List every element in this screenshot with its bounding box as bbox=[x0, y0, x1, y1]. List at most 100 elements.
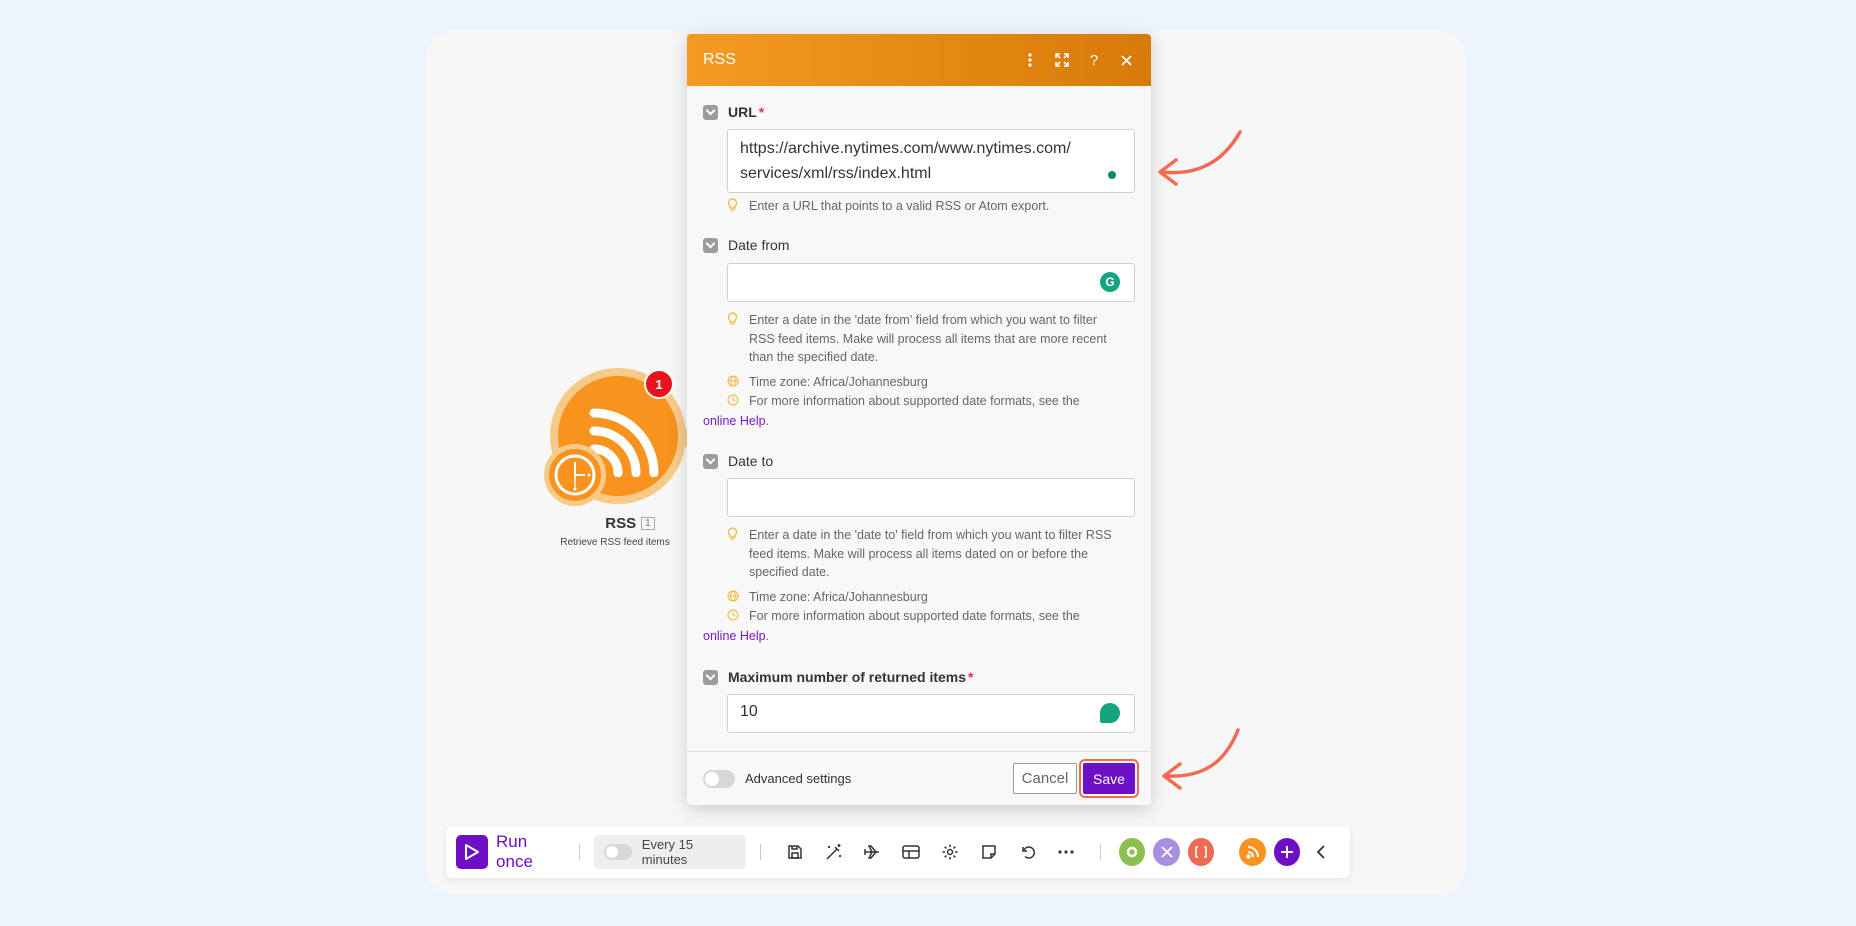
date-to-help-line: online Help. bbox=[703, 627, 1135, 646]
date-to-info-text: For more information about supported dat… bbox=[749, 609, 1080, 623]
url-value-line2: services/xml/rss/index.html bbox=[740, 165, 932, 182]
date-to-field: Date to Enter a date in the 'date to' fi… bbox=[703, 451, 1135, 645]
date-from-collapse-checkbox[interactable] bbox=[703, 237, 718, 253]
cancel-button[interactable]: Cancel bbox=[1013, 763, 1077, 794]
advanced-settings-label: Advanced settings bbox=[745, 771, 852, 786]
module-title: RSS 1 bbox=[580, 515, 680, 532]
layout-icon[interactable] bbox=[901, 841, 922, 863]
toolbar-divider bbox=[1099, 844, 1101, 860]
rss-app-icon[interactable] bbox=[1239, 838, 1266, 866]
url-input[interactable]: https://archive.nytimes.com/www.nytimes.… bbox=[727, 129, 1135, 193]
run-once-label: Run once bbox=[496, 832, 533, 871]
date-from-hint-line3: than the specified date. bbox=[749, 350, 879, 364]
date-to-input[interactable] bbox=[727, 478, 1135, 517]
close-icon[interactable] bbox=[1117, 51, 1135, 69]
help-icon[interactable]: ? bbox=[1085, 51, 1103, 69]
schedule-control[interactable]: Every 15 minutes bbox=[593, 835, 747, 869]
schedule-label: Every 15 minutes bbox=[641, 837, 694, 867]
max-items-input[interactable]: 10 bbox=[727, 694, 1135, 733]
date-to-hint: Enter a date in the 'date to' field from… bbox=[727, 526, 1135, 582]
date-from-hint-line2: RSS feed items. Make will process all it… bbox=[749, 331, 1107, 346]
date-from-info-text: For more information about supported dat… bbox=[749, 394, 1080, 408]
more-options-icon[interactable] bbox=[1021, 51, 1039, 69]
expand-icon[interactable] bbox=[1053, 51, 1071, 69]
date-to-timezone-text: Time zone: Africa/Johannesburg bbox=[749, 589, 928, 604]
date-from-label-text: Date from bbox=[728, 237, 790, 253]
tools-app-icon[interactable] bbox=[1118, 838, 1146, 866]
chat-bubble-icon[interactable] bbox=[1100, 703, 1120, 723]
dialog-body: URL * https://archive.nytimes.com/www.nyt… bbox=[687, 86, 1151, 751]
date-to-hint-line2: feed items. Make will process all items … bbox=[749, 546, 1089, 561]
date-to-label: Date to bbox=[703, 451, 1135, 471]
url-label: URL * bbox=[703, 102, 1135, 122]
date-from-link-after: . bbox=[765, 413, 770, 428]
module-title-text: RSS bbox=[605, 515, 637, 532]
scenario-toolbar: Run once Every 15 minutes bbox=[446, 826, 1350, 878]
globe-icon bbox=[727, 589, 741, 608]
lightbulb-icon bbox=[727, 312, 741, 367]
module-subtitle: Retrieve RSS feed items bbox=[560, 537, 670, 548]
save-button[interactable]: Save bbox=[1079, 759, 1139, 798]
max-items-label: Maximum number of returned items * bbox=[703, 667, 1135, 687]
run-once-button[interactable]: Run once bbox=[456, 832, 565, 872]
date-to-collapse-checkbox[interactable] bbox=[703, 453, 718, 469]
date-from-timezone: Time zone: Africa/Johannesburg bbox=[727, 373, 1135, 393]
date-to-hint-text: Enter a date in the 'date to' field from… bbox=[749, 526, 1112, 582]
max-items-collapse-checkbox[interactable] bbox=[703, 669, 718, 685]
toolbar-divider bbox=[578, 844, 580, 860]
url-collapse-checkbox[interactable] bbox=[703, 104, 718, 120]
chevron-left-icon[interactable] bbox=[1310, 841, 1331, 863]
max-items-label-text: Maximum number of returned items bbox=[728, 669, 967, 685]
operations-badge: 1 bbox=[644, 369, 674, 399]
date-to-info: For more information about supported dat… bbox=[727, 607, 1135, 627]
date-from-info: For more information about supported dat… bbox=[727, 392, 1135, 412]
date-from-hint-text: Enter a date in the 'date from' field fr… bbox=[749, 311, 1107, 367]
add-module-button[interactable] bbox=[1273, 838, 1301, 866]
online-help-link[interactable]: online Help bbox=[703, 627, 766, 646]
note-icon[interactable] bbox=[978, 841, 999, 863]
flow-control-icon[interactable] bbox=[1153, 838, 1180, 866]
date-from-timezone-text: Time zone: Africa/Johannesburg bbox=[749, 374, 928, 389]
annotation-arrow-icon bbox=[1158, 130, 1242, 186]
url-required-mark: * bbox=[758, 104, 765, 120]
url-field: URL * https://archive.nytimes.com/www.nyt… bbox=[703, 102, 1135, 218]
magic-wand-icon[interactable] bbox=[823, 841, 844, 863]
grammarly-icon[interactable]: G bbox=[1100, 272, 1120, 292]
more-options-icon[interactable] bbox=[1056, 841, 1077, 863]
max-items-required-mark: * bbox=[968, 669, 974, 685]
url-value-line1: https://archive.nytimes.com/www.nytimes.… bbox=[740, 140, 1071, 157]
clock-info-icon bbox=[727, 393, 741, 412]
dialog-title: RSS bbox=[703, 51, 736, 68]
lightbulb-icon bbox=[727, 527, 741, 582]
date-to-label-text: Date to bbox=[728, 453, 774, 469]
clock-info-icon bbox=[727, 608, 741, 627]
annotation-arrow-icon bbox=[1162, 728, 1240, 790]
globe-icon bbox=[727, 374, 741, 393]
date-from-field: Date from G Enter a date in the 'date fr… bbox=[703, 235, 1135, 430]
lightbulb-icon bbox=[727, 198, 741, 218]
date-from-hint-line1: Enter a date in the 'date from' field fr… bbox=[749, 313, 1097, 327]
json-app-icon[interactable] bbox=[1187, 838, 1215, 866]
dialog-footer: Advanced settings Cancel Save bbox=[687, 751, 1151, 805]
toolbar-divider bbox=[760, 844, 762, 860]
url-hint-text: Enter a URL that points to a valid RSS o… bbox=[749, 199, 1050, 213]
url-label-text: URL bbox=[728, 104, 757, 120]
schedule-toggle[interactable] bbox=[603, 844, 632, 860]
undo-icon[interactable] bbox=[1017, 841, 1038, 863]
date-to-timezone: Time zone: Africa/Johannesburg bbox=[727, 588, 1135, 608]
date-from-hint: Enter a date in the 'date from' field fr… bbox=[727, 311, 1135, 367]
date-to-hint-line3: specified date. bbox=[749, 565, 830, 579]
schedule-clock-icon[interactable] bbox=[544, 444, 606, 506]
airplane-icon[interactable] bbox=[862, 841, 883, 863]
online-help-link[interactable]: online Help bbox=[703, 412, 766, 431]
date-from-input[interactable]: G bbox=[727, 263, 1135, 302]
date-to-link-after: . bbox=[765, 628, 770, 643]
save-icon[interactable] bbox=[784, 841, 805, 863]
date-from-help-line: online Help. bbox=[703, 412, 1135, 431]
date-from-label: Date from bbox=[703, 235, 1135, 255]
max-items-value: 10 bbox=[740, 703, 758, 720]
dialog-header: RSS ? bbox=[687, 34, 1151, 86]
settings-gear-icon[interactable] bbox=[940, 841, 961, 863]
advanced-settings-toggle[interactable] bbox=[703, 769, 735, 788]
clock-icon bbox=[554, 454, 596, 496]
